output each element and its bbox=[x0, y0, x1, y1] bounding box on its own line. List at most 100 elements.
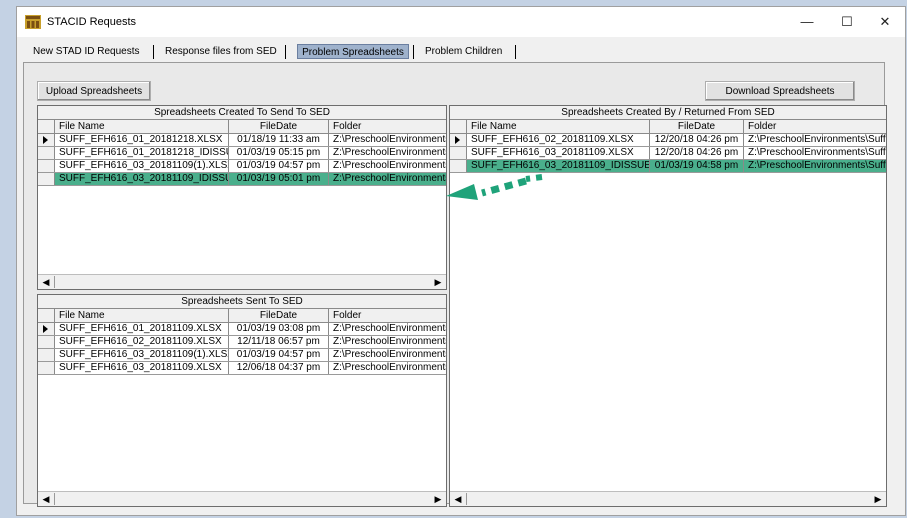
cell-folder[interactable]: Z:\PreschoolEnvironments\ bbox=[329, 349, 446, 361]
scroll-right-icon[interactable]: ▶ bbox=[431, 493, 445, 505]
created-to-send-grid: Spreadsheets Created To Send To SED File… bbox=[37, 105, 447, 290]
horizontal-scrollbar[interactable]: ◀ ▶ bbox=[38, 274, 446, 289]
close-button[interactable]: ✕ bbox=[865, 11, 905, 33]
cell-file-date[interactable]: 01/03/19 04:57 pm bbox=[229, 349, 329, 361]
tab-separator bbox=[515, 45, 516, 59]
column-file-date[interactable]: FileDate bbox=[650, 120, 744, 133]
scroll-left-icon[interactable]: ◀ bbox=[39, 276, 53, 288]
cell-file-name[interactable]: SUFF_EFH616_01_20181109.XLSX bbox=[55, 323, 229, 335]
returned-from-sed-grid: Spreadsheets Created By / Returned From … bbox=[449, 105, 887, 507]
column-file-name[interactable]: File Name bbox=[55, 309, 229, 322]
maximize-button[interactable]: ☐ bbox=[827, 11, 867, 33]
cell-folder[interactable]: Z:\PreschoolEnvironments\ bbox=[329, 160, 446, 172]
table-row[interactable]: SUFF_EFH616_01_20181218_IDISSUE 01/03/19… bbox=[38, 147, 446, 160]
cell-file-name[interactable]: SUFF_EFH616_02_20181109.XLSX bbox=[467, 134, 650, 146]
row-selector[interactable] bbox=[38, 147, 55, 159]
cell-file-date[interactable]: 12/20/18 04:26 pm bbox=[650, 134, 744, 146]
row-selector[interactable] bbox=[38, 349, 55, 361]
tab-separator bbox=[285, 45, 286, 59]
cell-folder[interactable]: Z:\PreschoolEnvironments\Suffoll bbox=[744, 160, 886, 172]
annotation-arrow-icon bbox=[446, 174, 543, 200]
cell-file-date[interactable]: 01/03/19 04:57 pm bbox=[229, 160, 329, 172]
cell-folder[interactable]: Z:\PreschoolEnvironments\ bbox=[329, 336, 446, 348]
grid-header: File Name FileDate Folder bbox=[450, 120, 886, 134]
cell-file-name[interactable]: SUFF_EFH616_01_20181218_IDISSUE bbox=[55, 147, 229, 159]
grid-header: File Name FileDate Folder bbox=[38, 309, 446, 323]
cell-file-name[interactable]: SUFF_EFH616_03_20181109.XLSX bbox=[55, 362, 229, 374]
download-spreadsheets-button[interactable]: Download Spreadsheets bbox=[705, 81, 855, 101]
scroll-right-icon[interactable]: ▶ bbox=[431, 276, 445, 288]
tab-problem-spreadsheets[interactable]: Problem Spreadsheets bbox=[297, 44, 409, 59]
grid-caption: Spreadsheets Sent To SED bbox=[38, 295, 446, 309]
scroll-thumb[interactable] bbox=[54, 493, 55, 505]
table-row[interactable]: SUFF_EFH616_03_20181109(1).XLSX 01/03/19… bbox=[38, 349, 446, 362]
row-selector[interactable] bbox=[38, 173, 55, 185]
cell-file-date[interactable]: 12/20/18 04:26 pm bbox=[650, 147, 744, 159]
cell-folder[interactable]: Z:\PreschoolEnvironments\ bbox=[329, 173, 446, 185]
cell-file-name[interactable]: SUFF_EFH616_03_20181109_IDISSUE bbox=[55, 173, 229, 185]
column-file-date[interactable]: FileDate bbox=[229, 309, 329, 322]
column-folder[interactable]: Folder bbox=[329, 120, 446, 133]
row-selector[interactable] bbox=[450, 147, 467, 159]
cell-folder[interactable]: Z:\PreschoolEnvironments\ bbox=[329, 134, 446, 146]
tab-new-stad-id-requests[interactable]: New STAD ID Requests bbox=[33, 44, 140, 59]
cell-file-date[interactable]: 12/11/18 06:57 pm bbox=[229, 336, 329, 348]
cell-file-name[interactable]: SUFF_EFH616_03_20181109(1).XLSX bbox=[55, 349, 229, 361]
upload-spreadsheets-button[interactable]: Upload Spreadsheets bbox=[37, 81, 151, 101]
horizontal-scrollbar[interactable]: ◀ ▶ bbox=[450, 491, 886, 506]
grid-caption: Spreadsheets Created By / Returned From … bbox=[450, 106, 886, 120]
column-file-name[interactable]: File Name bbox=[55, 120, 229, 133]
cell-file-name[interactable]: SUFF_EFH616_02_20181109.XLSX bbox=[55, 336, 229, 348]
column-file-date[interactable]: FileDate bbox=[229, 120, 329, 133]
cell-file-date[interactable]: 01/03/19 04:58 pm bbox=[650, 160, 744, 172]
cell-file-date[interactable]: 01/18/19 11:33 am bbox=[229, 134, 329, 146]
grid-caption: Spreadsheets Created To Send To SED bbox=[38, 106, 446, 120]
grid-header: File Name FileDate Folder bbox=[38, 120, 446, 134]
cell-file-name[interactable]: SUFF_EFH616_03_20181109(1).XLSX bbox=[55, 160, 229, 172]
table-row[interactable]: SUFF_EFH616_03_20181109.XLSX 12/20/18 04… bbox=[450, 147, 886, 160]
row-selector[interactable] bbox=[38, 160, 55, 172]
cell-folder[interactable]: Z:\PreschoolEnvironments\ bbox=[329, 147, 446, 159]
row-selector-header bbox=[38, 309, 55, 322]
column-folder[interactable]: Folder bbox=[744, 120, 886, 133]
cell-folder[interactable]: Z:\PreschoolEnvironments\ bbox=[329, 362, 446, 374]
table-row[interactable]: SUFF_EFH616_03_20181109.XLSX 12/06/18 04… bbox=[38, 362, 446, 375]
title-bar: STACID Requests — ☐ ✕ bbox=[17, 7, 905, 37]
table-row[interactable]: SUFF_EFH616_01_20181109.XLSX 01/03/19 03… bbox=[38, 323, 446, 336]
row-selector[interactable] bbox=[38, 323, 55, 335]
row-selector[interactable] bbox=[38, 336, 55, 348]
cell-folder[interactable]: Z:\PreschoolEnvironments\Suffoll bbox=[744, 134, 886, 146]
row-selector[interactable] bbox=[38, 362, 55, 374]
current-row-pointer-icon bbox=[43, 325, 48, 333]
table-row[interactable]: SUFF_EFH616_02_20181109.XLSX 12/11/18 06… bbox=[38, 336, 446, 349]
column-file-name[interactable]: File Name bbox=[467, 120, 650, 133]
scroll-right-icon[interactable]: ▶ bbox=[871, 493, 885, 505]
cell-folder[interactable]: Z:\PreschoolEnvironments\Suffoll bbox=[744, 147, 886, 159]
cell-file-date[interactable]: 01/03/19 05:15 pm bbox=[229, 147, 329, 159]
horizontal-scrollbar[interactable]: ◀ ▶ bbox=[38, 491, 446, 506]
scroll-left-icon[interactable]: ◀ bbox=[39, 493, 53, 505]
cell-file-date[interactable]: 01/03/19 03:08 pm bbox=[229, 323, 329, 335]
cell-folder[interactable]: Z:\PreschoolEnvironments\ bbox=[329, 323, 446, 335]
scroll-thumb[interactable] bbox=[54, 276, 55, 288]
cell-file-name[interactable]: SUFF_EFH616_01_20181218.XLSX bbox=[55, 134, 229, 146]
window-title: STACID Requests bbox=[47, 16, 137, 28]
cell-file-date[interactable]: 12/06/18 04:37 pm bbox=[229, 362, 329, 374]
tab-problem-children[interactable]: Problem Children bbox=[425, 44, 502, 59]
current-row-pointer-icon bbox=[455, 136, 460, 144]
minimize-button[interactable]: — bbox=[787, 11, 827, 33]
scroll-left-icon[interactable]: ◀ bbox=[451, 493, 465, 505]
cell-file-date[interactable]: 01/03/19 05:01 pm bbox=[229, 173, 329, 185]
tab-response-files[interactable]: Response files from SED bbox=[165, 44, 277, 59]
table-row[interactable]: SUFF_EFH616_03_20181109(1).XLSX 01/03/19… bbox=[38, 160, 446, 173]
column-folder[interactable]: Folder bbox=[329, 309, 446, 322]
cell-file-name[interactable]: SUFF_EFH616_03_20181109.XLSX bbox=[467, 147, 650, 159]
table-row[interactable]: SUFF_EFH616_02_20181109.XLSX 12/20/18 04… bbox=[450, 134, 886, 147]
table-row[interactable]: SUFF_EFH616_01_20181218.XLSX 01/18/19 11… bbox=[38, 134, 446, 147]
tab-separator bbox=[413, 45, 414, 59]
table-row-selected[interactable]: SUFF_EFH616_03_20181109_IDISSUE 01/03/19… bbox=[38, 173, 446, 186]
scroll-thumb[interactable] bbox=[466, 493, 467, 505]
row-selector[interactable] bbox=[450, 134, 467, 146]
row-selector[interactable] bbox=[38, 134, 55, 146]
stacid-window: STACID Requests — ☐ ✕ New STAD ID Reques… bbox=[16, 6, 906, 516]
